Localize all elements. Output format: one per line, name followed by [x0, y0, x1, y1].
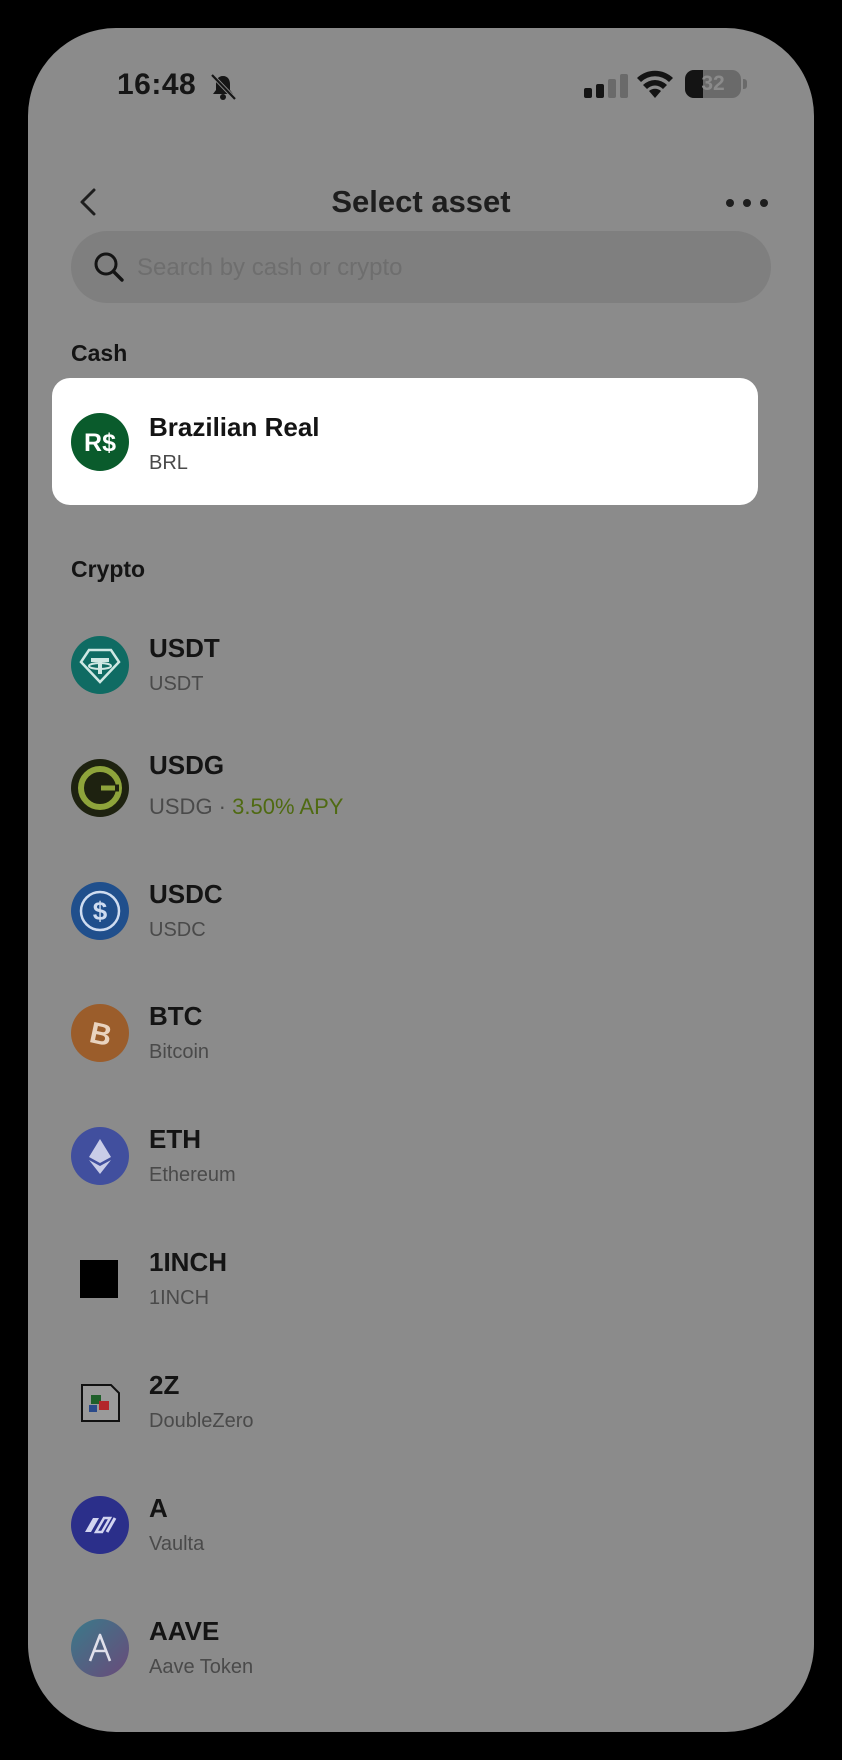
apy-badge: 3.50% APY — [232, 794, 344, 819]
eth-icon — [71, 1127, 129, 1185]
svg-text:B: B — [87, 1016, 115, 1053]
usdc-icon: $ — [71, 882, 129, 940]
page-title: Select asset — [331, 184, 511, 219]
asset-name: USDC — [149, 879, 223, 909]
wifi-icon — [637, 70, 673, 98]
search-icon — [94, 252, 124, 282]
search-bar[interactable] — [71, 231, 771, 305]
aave-icon — [71, 1619, 129, 1677]
asset-item-2z[interactable]: 2Z DoubleZero — [28, 1348, 814, 1458]
asset-item-aave[interactable]: AAVE Aave Token — [28, 1594, 814, 1704]
asset-subtitle: DoubleZero — [149, 1410, 254, 1432]
2z-icon — [71, 1373, 129, 1431]
asset-subtitle: Ethereum — [149, 1164, 236, 1186]
asset-item-eth[interactable]: ETH Ethereum — [28, 1102, 814, 1212]
section-label-crypto: Crypto — [71, 556, 146, 582]
asset-item-btc[interactable]: B BTC Bitcoin — [28, 979, 814, 1089]
svg-text:R$: R$ — [84, 429, 116, 457]
bell-slash-icon — [210, 73, 237, 101]
asset-code: USDG — [149, 794, 213, 819]
asset-name: AAVE — [149, 1616, 220, 1646]
asset-subtitle: 1INCH — [149, 1287, 210, 1309]
asset-subtitle: Vaulta — [149, 1533, 205, 1555]
asset-name: A — [149, 1493, 168, 1523]
asset-item-a[interactable]: A Vaulta — [28, 1471, 814, 1581]
svg-text:$: $ — [93, 896, 108, 926]
separator: · — [212, 794, 233, 819]
brl-icon: R$ — [71, 413, 129, 471]
asset-code: BRL — [149, 452, 188, 474]
section-label-cash: Cash — [71, 340, 128, 366]
asset-item-usdt[interactable]: USDT USDT — [28, 611, 814, 721]
asset-name: Brazilian Real — [149, 412, 320, 442]
1inch-icon — [71, 1250, 129, 1308]
more-options-button[interactable] — [722, 188, 772, 218]
asset-name: BTC — [149, 1001, 203, 1031]
asset-name: USDT — [149, 633, 220, 663]
search-input[interactable] — [135, 231, 739, 305]
app-screen: 16:48 32 Select asset Search by cash or … — [28, 28, 814, 1732]
btc-icon: B — [71, 1004, 129, 1062]
battery-percent: 32 — [701, 72, 725, 95]
asset-item-usdg[interactable]: USDG USDG · 3.50% APY — [28, 734, 814, 844]
asset-name: ETH — [149, 1124, 201, 1154]
asset-item-1inch[interactable]: 1INCH 1INCH — [28, 1225, 814, 1335]
asset-item-usdc[interactable]: $ USDC USDC — [28, 857, 814, 967]
phone-frame: 16:48 32 Select asset Search by cash or … — [0, 0, 842, 1760]
asset-subtitle: Bitcoin — [149, 1041, 210, 1063]
usdt-icon — [71, 636, 129, 694]
battery-icon: 32 — [685, 70, 741, 98]
asset-subtitle: USDG · 3.50% APY — [149, 794, 343, 820]
asset-name: USDG — [149, 750, 225, 780]
cellular-signal-icon — [584, 74, 628, 98]
vaulta-icon — [71, 1496, 129, 1554]
status-time: 16:48 — [117, 68, 197, 101]
asset-subtitle: USDT — [149, 673, 204, 695]
asset-item-brl[interactable]: R$ Brazilian Real BRL — [52, 378, 758, 505]
battery-tip — [743, 79, 747, 89]
asset-name: 2Z — [149, 1370, 180, 1400]
asset-subtitle: Aave Token — [149, 1656, 254, 1678]
asset-subtitle: USDC — [149, 919, 206, 941]
asset-name: 1INCH — [149, 1247, 228, 1277]
usdg-icon — [71, 759, 129, 817]
